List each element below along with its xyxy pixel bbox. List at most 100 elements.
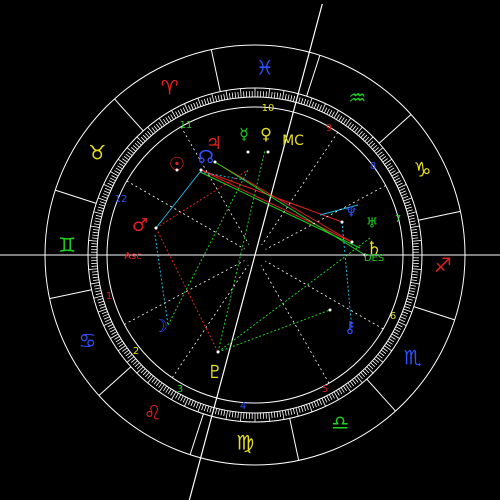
degree-tick	[318, 399, 323, 405]
degree-tick	[92, 279, 100, 282]
degree-tick	[395, 180, 402, 184]
degree-tick	[190, 400, 194, 407]
degree-tick	[108, 326, 115, 330]
degree-tick	[217, 408, 220, 415]
degree-tick	[153, 125, 159, 131]
aspect-line	[200, 169, 353, 243]
degree-tick	[396, 182, 403, 187]
degree-tick	[370, 142, 376, 148]
degree-tick	[408, 214, 415, 218]
house-cusp	[265, 260, 384, 330]
degree-tick	[225, 410, 228, 420]
degree-tick	[130, 147, 137, 152]
degree-tick	[364, 368, 370, 374]
degree-tick	[91, 271, 98, 273]
degree-tick	[114, 170, 120, 174]
degree-tick	[362, 134, 368, 140]
degree-tick	[316, 400, 320, 407]
degree-tick	[231, 411, 234, 418]
degree-tick	[354, 127, 359, 133]
degree-tick	[147, 373, 152, 380]
degree-tick	[214, 95, 218, 102]
degree-tick	[132, 360, 138, 366]
degree-tick	[399, 187, 405, 192]
degree-tick	[101, 195, 108, 199]
degree-tick	[107, 323, 114, 328]
degree-tick	[88, 240, 98, 242]
degree-tick	[306, 404, 309, 411]
sign-boundary	[114, 98, 144, 132]
degree-tick	[306, 99, 309, 106]
degree-tick	[402, 195, 409, 199]
degree-tick	[105, 187, 111, 192]
degree-tick	[97, 308, 107, 313]
degree-tick	[162, 385, 167, 392]
sign-sagittarius: ♐	[434, 253, 452, 277]
degree-tick	[368, 140, 374, 146]
degree-tick	[338, 388, 343, 395]
degree-tick	[303, 98, 307, 105]
degree-tick	[396, 323, 403, 328]
sign-boundary	[413, 306, 455, 321]
degree-tick	[98, 300, 105, 304]
degree-tick	[403, 197, 413, 202]
degree-tick	[214, 408, 218, 415]
degree-tick	[394, 328, 400, 333]
degree-tick	[377, 151, 383, 156]
degree-tick	[122, 158, 128, 163]
planet-dot	[175, 168, 179, 172]
house-cusp	[260, 265, 330, 384]
degree-tick	[409, 287, 416, 290]
degree-tick	[349, 380, 355, 387]
aspect-line	[199, 171, 361, 249]
planet-dot	[216, 350, 220, 354]
degree-tick	[127, 354, 133, 359]
degree-tick	[165, 387, 170, 393]
house-number-7: 7	[395, 214, 401, 225]
planet-mars: ♂	[132, 215, 148, 236]
degree-tick	[328, 394, 333, 400]
des-label: DES	[364, 253, 384, 264]
degree-tick	[237, 91, 239, 98]
planet-dot	[199, 168, 203, 172]
degree-tick	[362, 370, 368, 376]
degree-tick	[331, 111, 335, 118]
degree-tick	[298, 406, 301, 413]
degree-tick	[180, 108, 184, 115]
degree-tick	[102, 313, 109, 317]
degree-tick	[373, 358, 380, 363]
degree-tick	[228, 92, 231, 100]
aspect-line	[214, 161, 353, 243]
degree-tick	[405, 300, 412, 304]
degree-tick	[127, 151, 133, 156]
degree-tick	[144, 372, 150, 378]
degree-tick	[388, 338, 395, 343]
mc-label: MC	[282, 133, 304, 149]
degree-tick	[408, 217, 415, 220]
degree-tick	[401, 193, 408, 197]
degree-tick	[412, 237, 419, 239]
degree-tick	[394, 177, 400, 182]
degree-tick	[206, 405, 210, 412]
degree-tick	[182, 396, 187, 403]
degree-tick	[203, 98, 207, 105]
degree-tick	[282, 90, 285, 100]
degree-tick	[225, 90, 228, 100]
aspect-lines	[154, 149, 371, 353]
aspect-line	[200, 169, 343, 223]
degree-tick	[134, 142, 140, 148]
degree-tick	[412, 271, 419, 273]
degree-tick	[347, 122, 352, 128]
degree-tick	[107, 182, 114, 187]
degree-tick	[308, 97, 313, 107]
degree-tick	[273, 92, 276, 99]
degree-tick	[151, 127, 156, 133]
degree-tick	[358, 373, 363, 380]
degree-tick	[180, 395, 184, 402]
sign-boundary	[378, 114, 412, 144]
degree-tick	[223, 93, 226, 100]
degree-tick	[130, 358, 137, 363]
planet-chiron: ⚷	[344, 317, 356, 336]
planet-dot	[350, 240, 354, 244]
degree-tick	[155, 380, 161, 387]
